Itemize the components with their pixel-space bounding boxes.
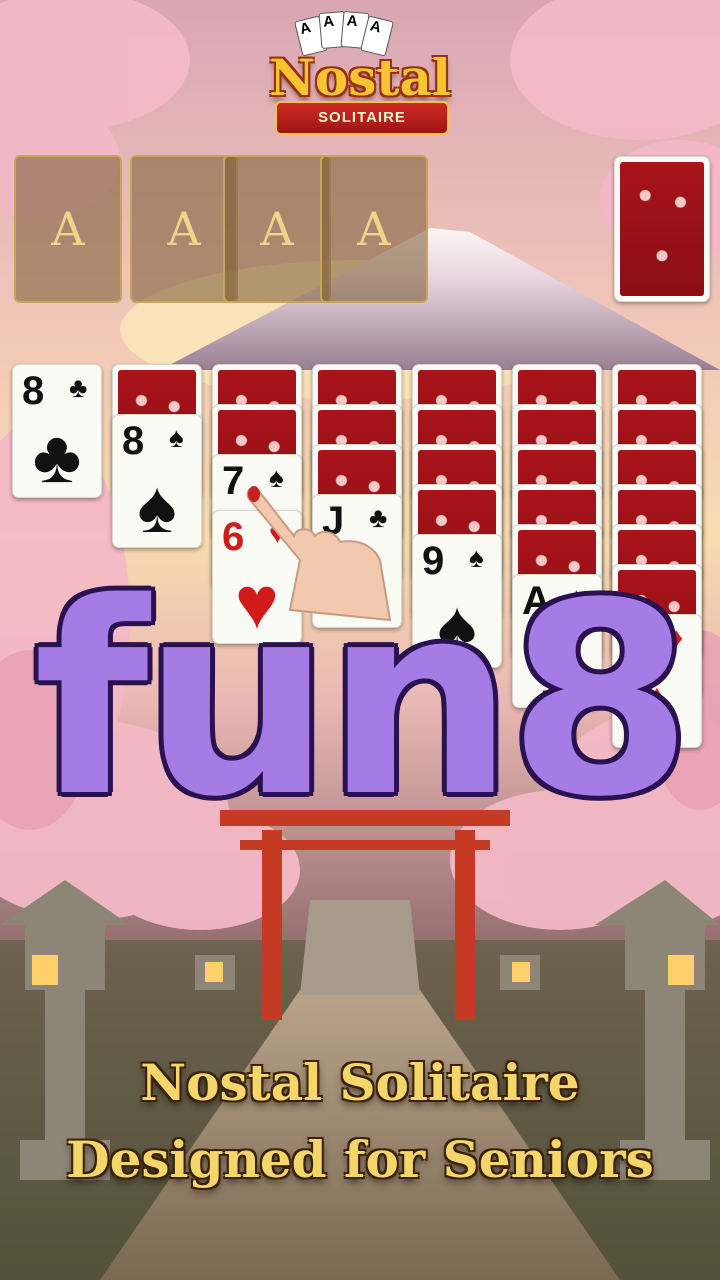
card-suit-small: ♠ bbox=[169, 422, 184, 453]
card-suit-small: ♣ bbox=[69, 372, 88, 403]
tagline-line-2: Designed for Seniors bbox=[66, 1130, 654, 1189]
card-rank: 8 bbox=[122, 419, 145, 463]
card-suit-large: ♣ bbox=[32, 415, 82, 498]
card-rank: 8 bbox=[22, 369, 45, 413]
overlay-watermark-text: fun8 bbox=[33, 547, 693, 855]
foundation-slot-1[interactable]: A bbox=[14, 155, 122, 303]
playing-card[interactable]: 8 ♣ ♣ bbox=[12, 364, 102, 498]
foundation-slot-4[interactable]: A bbox=[320, 155, 428, 303]
playing-card[interactable]: 8 ♠ ♠ bbox=[112, 414, 202, 548]
tagline-line-1: Nostal Solitaire bbox=[140, 1053, 580, 1112]
card-suit-large: ♠ bbox=[137, 465, 177, 548]
stock-pile[interactable] bbox=[614, 156, 710, 302]
logo-title: Nostal bbox=[269, 48, 451, 107]
foundation-slot-2[interactable]: A bbox=[130, 155, 238, 303]
foundation-slot-3[interactable]: A bbox=[223, 155, 331, 303]
logo-subtitle: SOLITAIRE bbox=[275, 101, 449, 135]
